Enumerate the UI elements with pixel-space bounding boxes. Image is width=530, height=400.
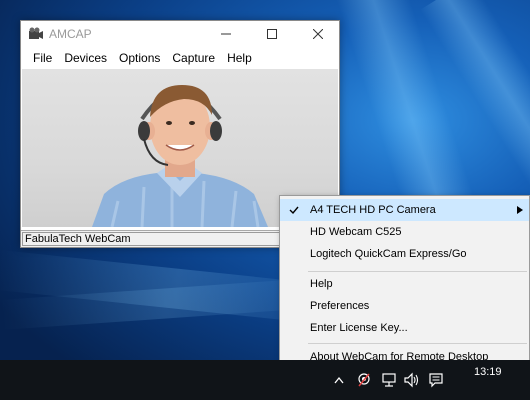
menu-item-label: HD Webcam C525 — [310, 226, 402, 238]
taskbar — [0, 360, 530, 400]
chevron-up-icon — [334, 376, 344, 384]
network-button[interactable] — [378, 360, 400, 400]
minimize-icon — [221, 33, 231, 35]
menu-item-label: Preferences — [310, 300, 370, 312]
menu-separator — [308, 271, 527, 272]
action-center-icon — [429, 373, 443, 388]
submenu-arrow-icon — [517, 206, 523, 214]
menu-item-label: A4 TECH HD PC Camera — [310, 204, 436, 216]
menu-item-label: Logitech QuickCam Express/Go — [310, 248, 467, 260]
checkmark-icon — [289, 206, 299, 215]
menu-item-help[interactable]: Help — [280, 273, 529, 295]
status-text: FabulaTech WebCam — [22, 232, 280, 246]
camera-icon — [29, 27, 43, 39]
minimize-button[interactable] — [203, 21, 249, 47]
menu-capture[interactable]: Capture — [166, 47, 221, 69]
maximize-button[interactable] — [249, 21, 295, 47]
menu-bar: File Devices Options Capture Help — [21, 47, 339, 69]
close-icon — [313, 29, 323, 39]
network-icon — [382, 373, 396, 387]
volume-icon — [404, 372, 419, 388]
menu-file[interactable]: File — [27, 47, 58, 69]
close-button[interactable] — [295, 21, 341, 47]
show-hidden-icons-button[interactable] — [330, 360, 348, 400]
title-bar[interactable]: AMCAP — [21, 21, 339, 47]
menu-item-enter-license-key[interactable]: Enter License Key... — [280, 317, 529, 339]
menu-item-label: Enter License Key... — [310, 322, 408, 334]
volume-button[interactable] — [401, 360, 423, 400]
menu-separator — [308, 343, 527, 344]
action-center-button[interactable] — [425, 360, 447, 400]
menu-devices[interactable]: Devices — [58, 47, 113, 69]
menu-item-preferences[interactable]: Preferences — [280, 295, 529, 317]
menu-item-a4tech-camera[interactable]: A4 TECH HD PC Camera — [280, 199, 529, 221]
menu-options[interactable]: Options — [113, 47, 166, 69]
maximize-icon — [267, 29, 277, 39]
menu-help[interactable]: Help — [221, 47, 258, 69]
menu-item-logitech-quickcam[interactable]: Logitech QuickCam Express/Go — [280, 243, 529, 265]
webcam-tray-icon — [358, 373, 370, 387]
menu-item-hd-webcam-c525[interactable]: HD Webcam C525 — [280, 221, 529, 243]
window-title: AMCAP — [49, 27, 92, 41]
tray-context-menu: A4 TECH HD PC Camera HD Webcam C525 Logi… — [279, 195, 530, 370]
taskbar-clock[interactable]: 13:19 — [474, 366, 502, 378]
webcam-tray-button[interactable] — [353, 360, 375, 400]
menu-item-label: Help — [310, 278, 333, 290]
